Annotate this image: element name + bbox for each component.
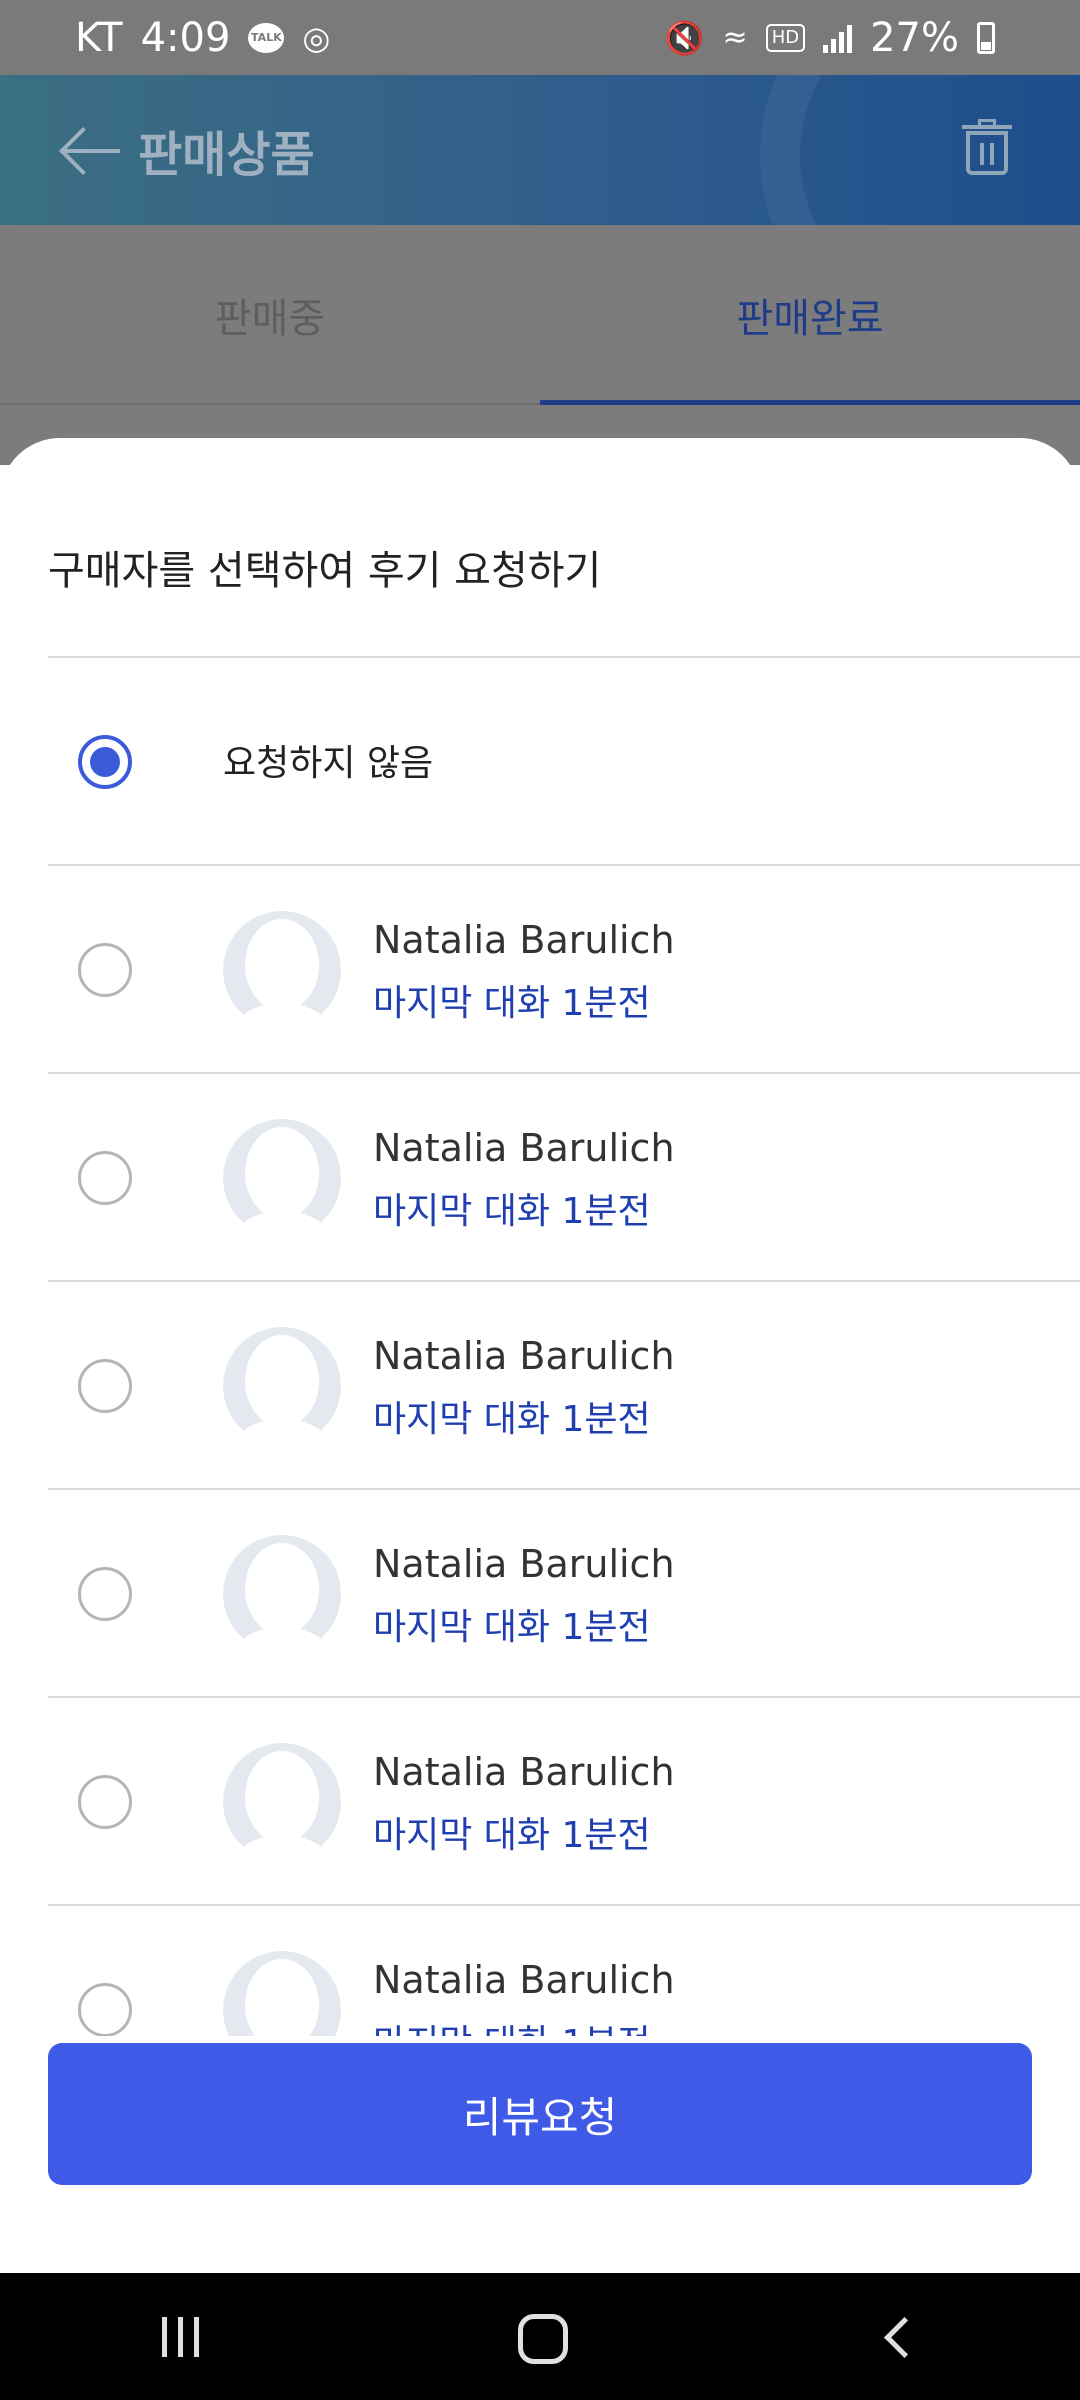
radio-no-request[interactable] (78, 735, 132, 789)
tab-sold[interactable]: 판매완료 (540, 225, 1080, 405)
buyer-name: Natalia Barulich (373, 1334, 675, 1378)
hd-icon: HD (765, 23, 806, 52)
system-nav-bar (0, 2273, 1080, 2400)
avatar (223, 1951, 341, 2036)
carrier-label: KT (75, 14, 123, 61)
buyer-row[interactable]: Natalia Barulich 마지막 대화 1분전 (48, 1280, 1080, 1488)
avatar (223, 1535, 341, 1653)
buyer-name: Natalia Barulich (373, 1750, 675, 1794)
buyer-radio[interactable] (78, 943, 132, 997)
back-arrow-icon[interactable] (60, 118, 124, 182)
last-chat-time: 마지막 대화 1분전 (373, 1191, 651, 1232)
buyer-row[interactable]: Natalia Barulich 마지막 대화 1분전 (48, 1696, 1080, 1904)
battery-label: 27% (870, 14, 959, 61)
avatar (223, 1743, 341, 1861)
buyer-row[interactable]: Natalia Barulich 마지막 대화 1분전 (48, 1488, 1080, 1696)
trash-icon[interactable] (962, 119, 1012, 175)
buyer-name: Natalia Barulich (373, 918, 675, 962)
option-no-request[interactable]: 요청하지 않음 (48, 656, 1080, 864)
sheet-title: 구매자를 선택하여 후기 요청하기 (48, 548, 602, 594)
clock: 4:09 (140, 14, 231, 61)
last-chat-time: 마지막 대화 1분전 (373, 1399, 651, 1440)
buyer-list[interactable]: 요청하지 않음 Natalia Barulich 마지막 대화 1분전 Nata… (48, 656, 1080, 2036)
buyer-name: Natalia Barulich (373, 1126, 675, 1170)
buyer-radio[interactable] (78, 1983, 132, 2036)
app-bar: 판매상품 (0, 75, 1080, 225)
avatar (223, 1327, 341, 1445)
mute-icon: 🔇 (664, 18, 705, 57)
buyer-row[interactable]: Natalia Barulich 마지막 대화 1분전 (48, 1904, 1080, 2036)
home-icon[interactable] (480, 2297, 600, 2377)
back-icon[interactable] (840, 2297, 960, 2377)
avatar (223, 1119, 341, 1237)
last-chat-time: 마지막 대화 1분전 (373, 983, 651, 1024)
last-chat-time: 마지막 대화 1분전 (373, 1815, 651, 1856)
request-review-button[interactable]: 리뷰요청 (48, 2043, 1032, 2185)
recent-apps-icon[interactable] (120, 2297, 240, 2377)
buyer-name: Natalia Barulich (373, 1958, 675, 2002)
tab-on-sale[interactable]: 판매중 (0, 225, 540, 405)
buyer-radio[interactable] (78, 1775, 132, 1829)
last-chat-time: 마지막 대화 1분전 (373, 2014, 651, 2036)
buyer-row[interactable]: Natalia Barulich 마지막 대화 1분전 (48, 1072, 1080, 1280)
wifi-icon: ≈ (722, 20, 748, 55)
robot-icon: ◎ (302, 18, 331, 57)
avatar (223, 911, 341, 1029)
no-request-label: 요청하지 않음 (223, 743, 434, 784)
last-chat-time: 마지막 대화 1분전 (373, 1607, 651, 1648)
kakaotalk-icon: TALK (248, 22, 285, 53)
tab-bar: 판매중 판매완료 (0, 225, 1080, 405)
status-bar: KT 4:09 TALK ◎ 🔇 ≈ HD 27% (0, 0, 1080, 75)
buyer-radio[interactable] (78, 1567, 132, 1621)
buyer-row[interactable]: Natalia Barulich 마지막 대화 1분전 (48, 864, 1080, 1072)
buyer-name: Natalia Barulich (373, 1542, 675, 1586)
buyer-radio[interactable] (78, 1359, 132, 1413)
signal-icon (823, 23, 853, 53)
buyer-radio[interactable] (78, 1151, 132, 1205)
buyer-select-sheet: 구매자를 선택하여 후기 요청하기 요청하지 않음 Natalia Baruli… (0, 438, 1080, 2273)
status-left: KT 4:09 TALK ◎ (75, 15, 330, 61)
battery-icon (977, 21, 995, 54)
page-title: 판매상품 (138, 127, 315, 183)
status-right: 🔇 ≈ HD 27% (665, 15, 995, 61)
